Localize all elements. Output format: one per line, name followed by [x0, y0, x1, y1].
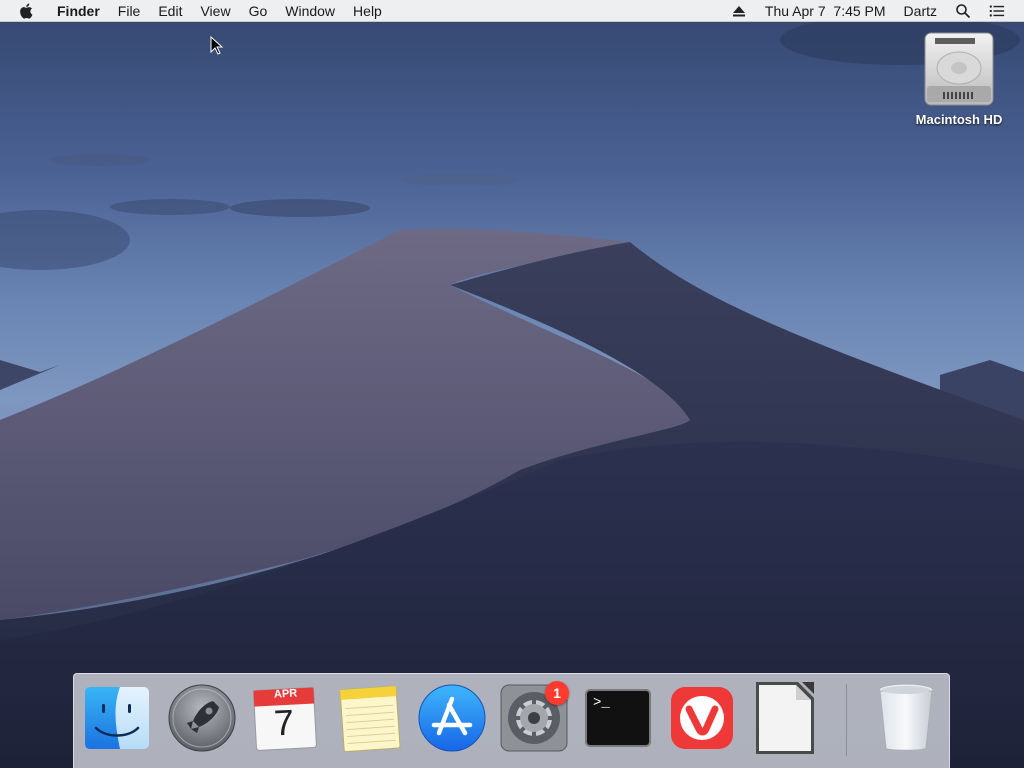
dock-app-app-store[interactable] [417, 682, 487, 754]
wallpaper [0, 15, 1024, 768]
menu-edit[interactable]: Edit [149, 0, 191, 22]
menu-clock[interactable]: Thu Apr 7 7:45 PM [756, 0, 895, 22]
vivaldi-browser-icon [671, 687, 733, 749]
dock-app-launchpad[interactable] [167, 682, 237, 754]
terminal-prompt: >_ [593, 695, 610, 711]
hard-drive-icon [924, 32, 994, 106]
dock-trash[interactable] [871, 682, 941, 754]
calendar-month: APR [273, 687, 298, 701]
dock-app-libreoffice[interactable] [750, 682, 820, 754]
finder-icon [85, 687, 149, 749]
notification-center-icon[interactable] [989, 3, 1005, 19]
spotlight-search-icon[interactable] [955, 3, 971, 19]
libreoffice-document-icon [756, 682, 814, 754]
terminal-icon: >_ [585, 689, 651, 747]
dock-app-notes[interactable] [334, 682, 404, 754]
notification-badge: 1 [545, 681, 569, 705]
desktop[interactable]: Finder File Edit View Go Window Help Thu… [0, 0, 1024, 768]
menu-window[interactable]: Window [276, 0, 344, 22]
launchpad-rocket-icon [168, 684, 236, 752]
dock-app-terminal[interactable]: >_ [583, 682, 653, 754]
desktop-icon-macintosh-hd[interactable]: Macintosh HD [904, 30, 1014, 127]
menu-view[interactable]: View [191, 0, 239, 22]
menu-go[interactable]: Go [240, 0, 277, 22]
dock-app-finder[interactable] [82, 682, 152, 754]
dock-separator [846, 684, 847, 756]
dock-app-system-preferences[interactable]: 1 [499, 681, 569, 754]
menu-help[interactable]: Help [344, 0, 391, 22]
mouse-cursor-icon [210, 36, 224, 55]
app-store-icon [418, 684, 486, 752]
dock-app-vivaldi[interactable] [667, 682, 737, 754]
trash-icon [878, 683, 934, 751]
notes-icon [339, 685, 401, 753]
apple-menu-icon[interactable] [18, 2, 36, 20]
menu-bar: Finder File Edit View Go Window Help Thu… [0, 0, 1024, 22]
dock: APR 7 1 >_ [73, 673, 950, 768]
menu-user[interactable]: Dartz [895, 0, 946, 22]
desktop-icon-label: Macintosh HD [915, 112, 1003, 127]
menu-file[interactable]: File [109, 0, 150, 22]
menu-app-finder[interactable]: Finder [48, 0, 109, 22]
calendar-day: 7 [272, 701, 296, 744]
dock-app-calendar[interactable]: APR 7 [250, 682, 320, 754]
eject-icon[interactable] [731, 3, 747, 19]
